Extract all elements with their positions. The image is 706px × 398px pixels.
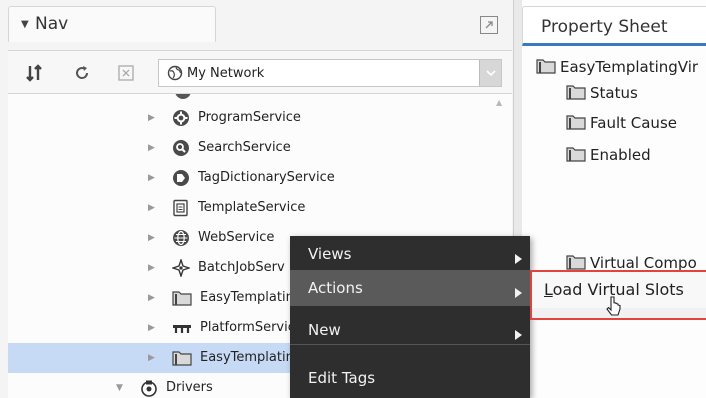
folder-icon: [536, 57, 556, 77]
tree-label: SearchService: [198, 140, 291, 155]
menu-item-new[interactable]: New: [290, 312, 530, 348]
drivers-icon: [140, 379, 158, 397]
menu-separator: [290, 344, 530, 345]
expand-arrow-icon[interactable]: ▶: [148, 263, 155, 273]
chevron-down-icon[interactable]: [479, 60, 501, 86]
folder-icon: [566, 83, 586, 103]
menu-item-edit-tags[interactable]: Edit Tags: [290, 360, 530, 396]
service-icon: [174, 94, 192, 100]
sort-arrows-icon[interactable]: [24, 63, 44, 83]
menu-item-label: Actions: [308, 279, 363, 297]
tree-label: EasyTemplatin: [200, 350, 294, 365]
submenu-arrow-icon: [515, 283, 522, 302]
menu-item-label: Edit Tags: [308, 369, 376, 387]
tree-label: EasyTemplatin: [200, 290, 294, 305]
globe-icon: [167, 65, 183, 85]
network-select[interactable]: My Network: [158, 59, 502, 87]
expand-arrow-icon[interactable]: ▶: [148, 233, 155, 243]
nav-title: Nav: [35, 14, 69, 34]
caret-down-icon[interactable]: ▼: [21, 19, 29, 30]
expand-arrow-icon[interactable]: ▶: [148, 353, 155, 363]
property-sheet-title: Property Sheet: [541, 17, 668, 37]
tree-label: TagDictionaryService: [198, 170, 335, 185]
nav-header: ▼ Nav: [8, 6, 512, 42]
tree-row[interactable]: ▶ ProgramService: [8, 103, 512, 133]
property-sheet-tab[interactable]: Property Sheet: [522, 6, 706, 46]
nav-toolbar: My Network: [8, 50, 512, 94]
menu-item-views[interactable]: Views: [290, 236, 530, 272]
tree-row[interactable]: ▶ SearchService: [8, 133, 512, 163]
menu-item-label: New: [308, 321, 341, 339]
property-list: EasyTemplatingVir Status Fault Cause Ena…: [522, 48, 706, 398]
tree-label: WebService: [198, 230, 275, 245]
collapse-arrow-icon[interactable]: ▼: [116, 383, 123, 393]
tree-row[interactable]: ▶ TemplateService: [8, 193, 512, 223]
folder-icon: [172, 349, 192, 367]
expand-arrow-icon[interactable]: ▶: [148, 143, 155, 153]
submenu-arrow-icon: [515, 325, 522, 344]
tree-label: ProgramService: [198, 110, 301, 125]
gear-circle-icon: [172, 109, 190, 127]
menu-item-actions[interactable]: Actions: [290, 270, 530, 306]
folder-icon: [566, 113, 586, 133]
magnifier-circle-icon: [172, 139, 190, 157]
property-sheet-panel: Property Sheet EasyTemplatingVir Status …: [522, 0, 706, 398]
globe-icon: [172, 229, 190, 247]
tree-row[interactable]: ▶ TagDictionaryService: [8, 163, 512, 193]
scroll-up-icon[interactable]: ▲: [496, 98, 502, 107]
submenu-arrow-icon: [515, 249, 522, 268]
expand-arrow-icon[interactable]: ▶: [148, 293, 155, 303]
refresh-icon[interactable]: [72, 63, 92, 83]
tree-label: BatchJobServ: [198, 260, 285, 275]
tree-label: PlatformServic: [200, 320, 295, 335]
folder-icon: [172, 289, 192, 307]
expand-arrow-icon[interactable]: ▶: [148, 323, 155, 333]
pointer-cursor-icon: [606, 296, 622, 322]
expand-arrow-icon[interactable]: ▶: [148, 113, 155, 123]
expand-arrow-icon[interactable]: ▶: [148, 203, 155, 213]
property-label: Status: [590, 84, 638, 102]
tree-label: Drivers: [166, 380, 213, 395]
menu-item-label: Views: [308, 245, 352, 263]
expand-arrow-icon[interactable]: ▶: [148, 173, 155, 183]
compass-icon: [170, 257, 192, 279]
folder-icon: [566, 145, 586, 165]
context-menu: Views Actions New Edit Tags: [290, 236, 530, 398]
tag-circle-icon: [172, 169, 190, 187]
template-icon: [172, 199, 190, 217]
property-label: EasyTemplatingVir: [560, 58, 699, 76]
tree-label: TemplateService: [198, 200, 306, 215]
maximize-icon[interactable]: [480, 16, 498, 34]
property-label: Enabled: [590, 146, 651, 164]
property-label: Fault Cause: [590, 114, 677, 132]
close-box-icon[interactable]: [116, 63, 136, 83]
network-select-value: My Network: [187, 66, 265, 81]
platform-icon: [172, 319, 191, 337]
nav-tab[interactable]: ▼ Nav: [8, 6, 216, 42]
